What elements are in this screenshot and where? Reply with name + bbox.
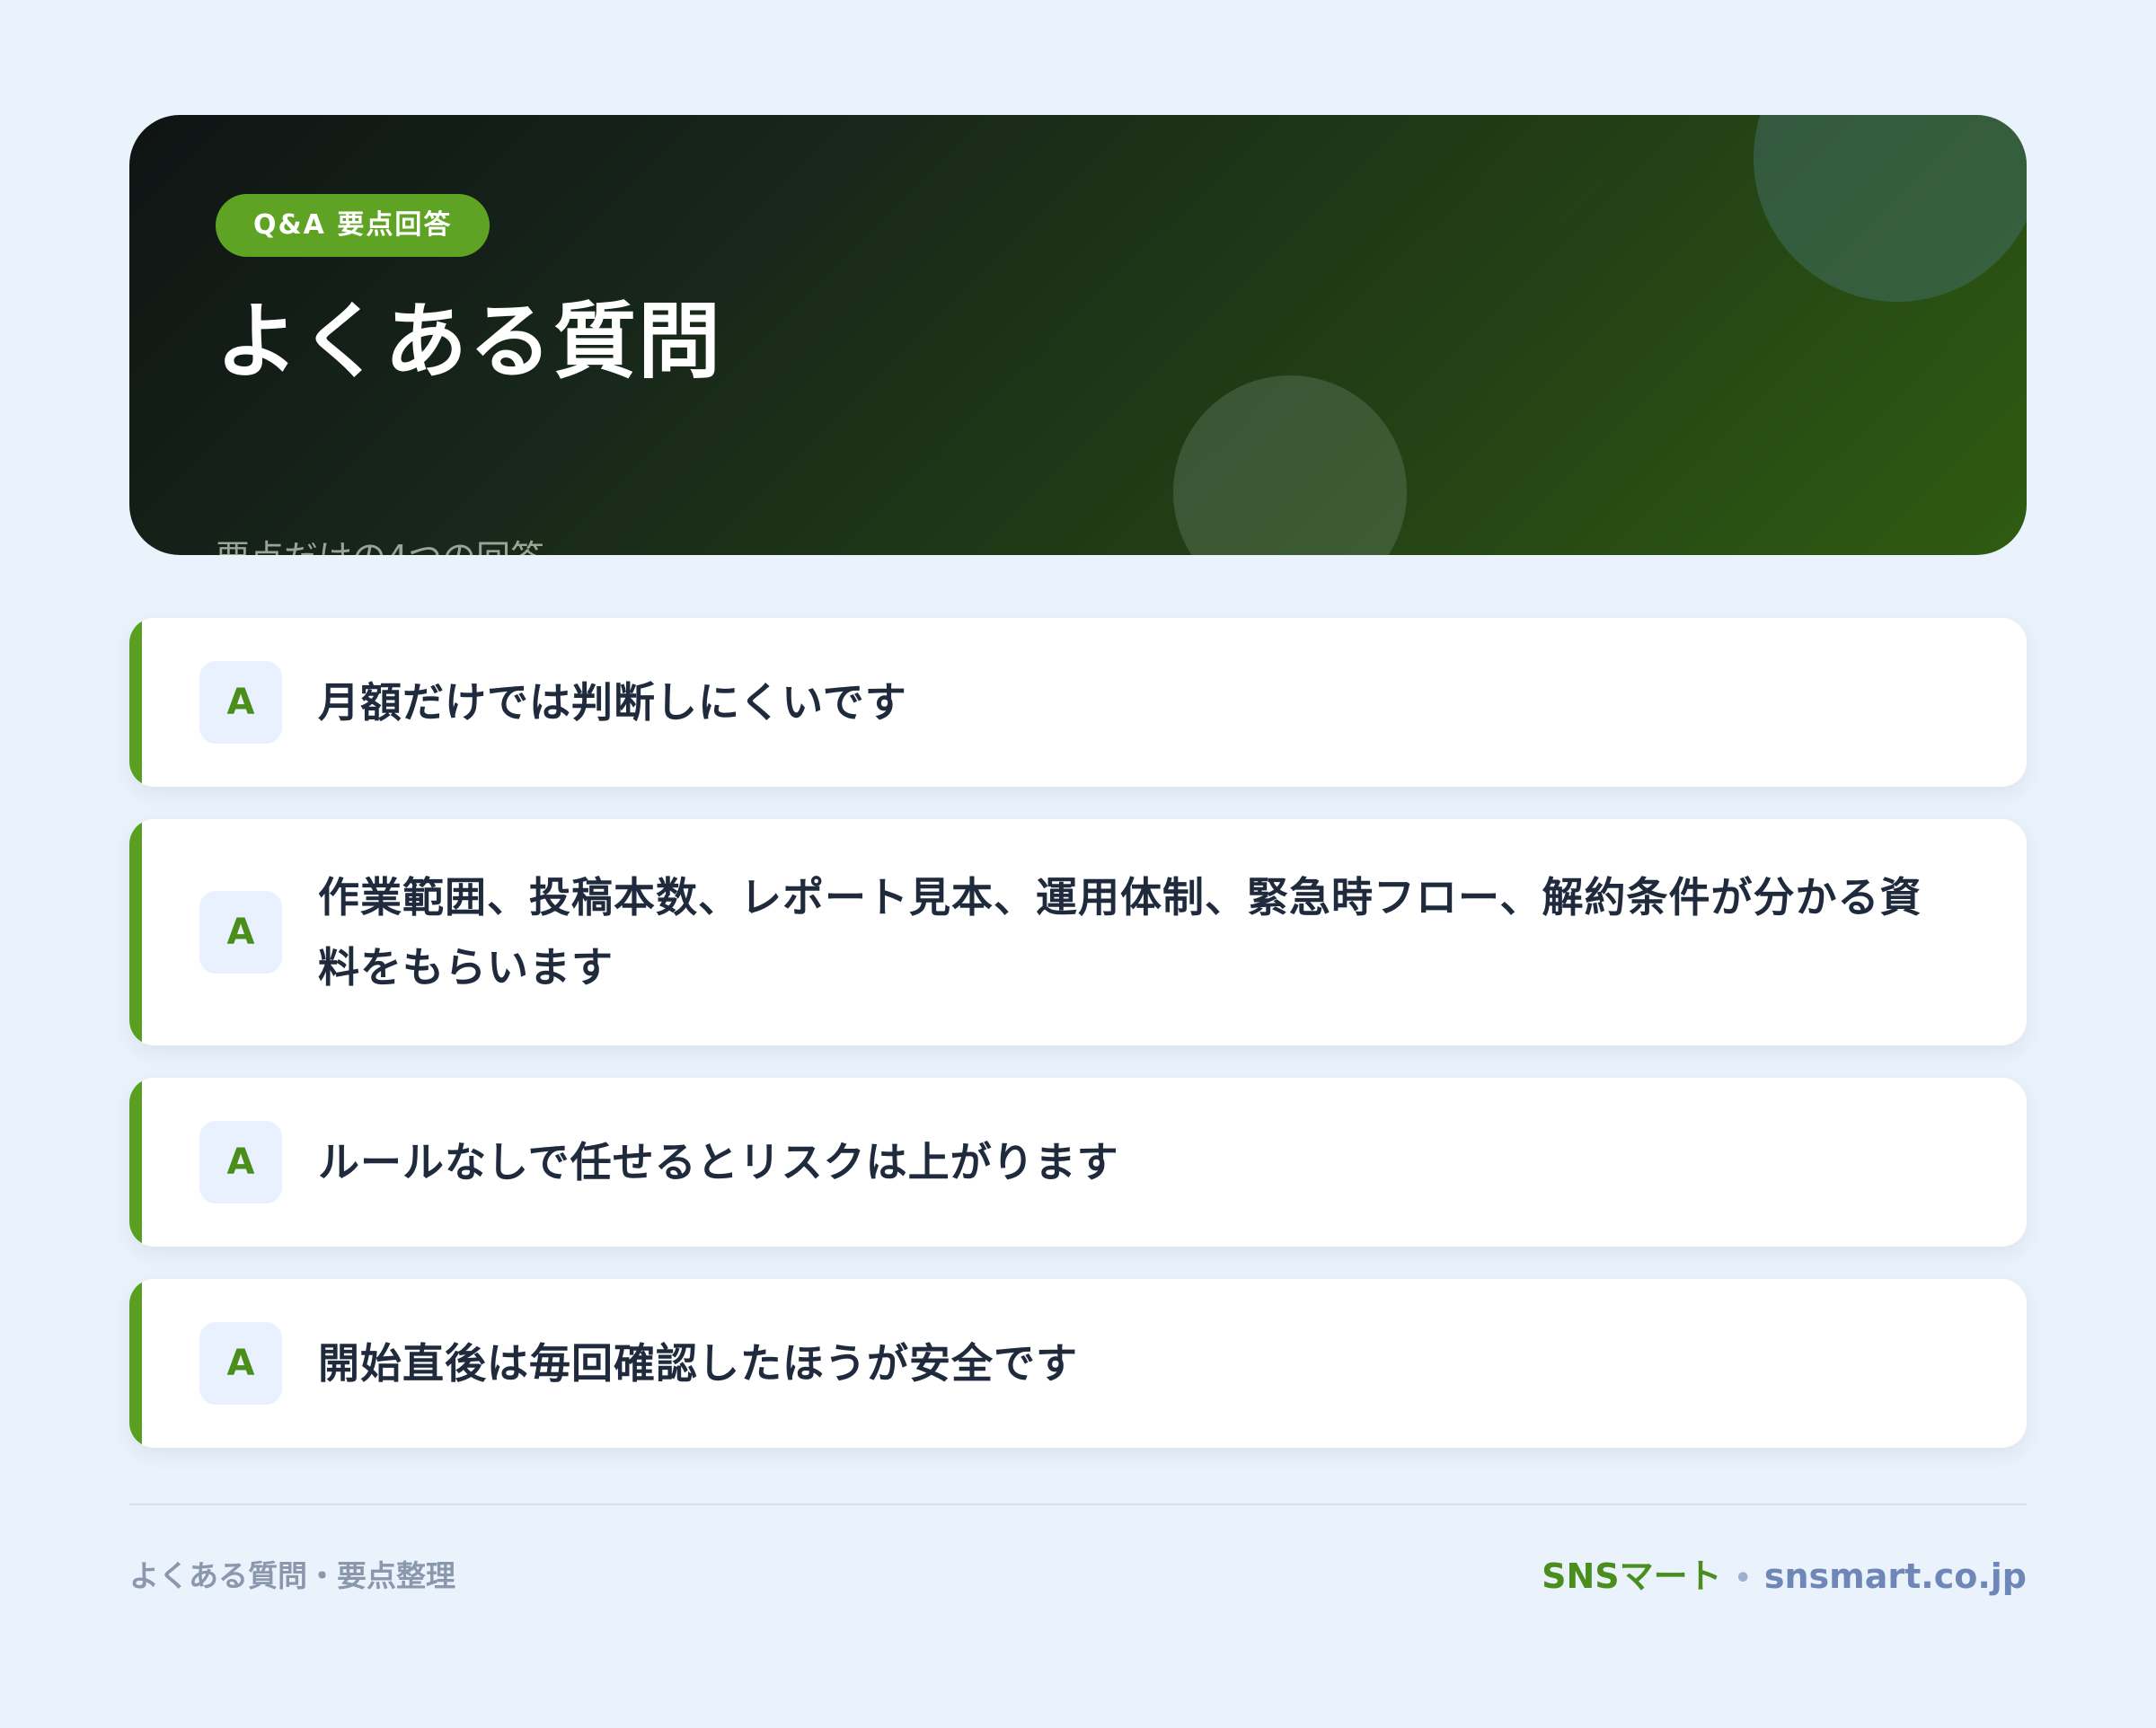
header-hero: Q&A 要点回答 よくある質問 要点だけの4つの回答 <box>129 115 2027 555</box>
answer-mark: A <box>199 1121 282 1203</box>
answer-card-4: A 開始直後は毎回確認したほうが安全です <box>129 1279 2027 1448</box>
answer-text: 作業範囲、投稿本数、レポート見本、運用体制、緊急時フロー、解約条件が分かる資料を… <box>318 873 1922 992</box>
answer-card-3: A ルールなしで任せるとリスクは上がります <box>129 1078 2027 1247</box>
footer-caption: よくある質問・要点整理 <box>129 1558 455 1593</box>
footer-divider <box>129 1503 2027 1505</box>
site-url[interactable]: snsmart.co.jp <box>1764 1556 2027 1596</box>
page-title: よくある質問 <box>216 294 723 390</box>
answer-mark: A <box>199 661 282 744</box>
answer-card-2: A 作業範囲、投稿本数、レポート見本、運用体制、緊急時フロー、解約条件が分かる資… <box>129 819 2027 1045</box>
qa-badge: Q&A 要点回答 <box>216 194 490 257</box>
answer-mark: A <box>199 891 282 974</box>
answer-card-1: A 月額だけでは判断しにくいです <box>129 618 2027 787</box>
answer-mark: A <box>199 1322 282 1405</box>
decorative-circle-small <box>1173 375 1407 555</box>
decorative-circle-large <box>1754 115 2027 302</box>
answer-text: ルールなしで任せるとリスクは上がります <box>318 1138 1119 1186</box>
answer-text: 月額だけでは判断しにくいです <box>318 678 907 727</box>
page: Q&A 要点回答 よくある質問 要点だけの4つの回答 A 月額だけでは判断しにく… <box>129 115 2027 1448</box>
answer-text: 開始直後は毎回確認したほうが安全です <box>318 1339 1078 1388</box>
footer-brand-block: SNSマート • snsmart.co.jp <box>1542 1548 2027 1598</box>
answer-list: A 月額だけでは判断しにくいです A 作業範囲、投稿本数、レポート見本、運用体制… <box>129 618 2027 1480</box>
separator-dot: • <box>1734 1563 1752 1594</box>
page-subtitle: 要点だけの4つの回答 <box>216 538 544 555</box>
brand-name: SNSマート <box>1542 1556 1722 1596</box>
